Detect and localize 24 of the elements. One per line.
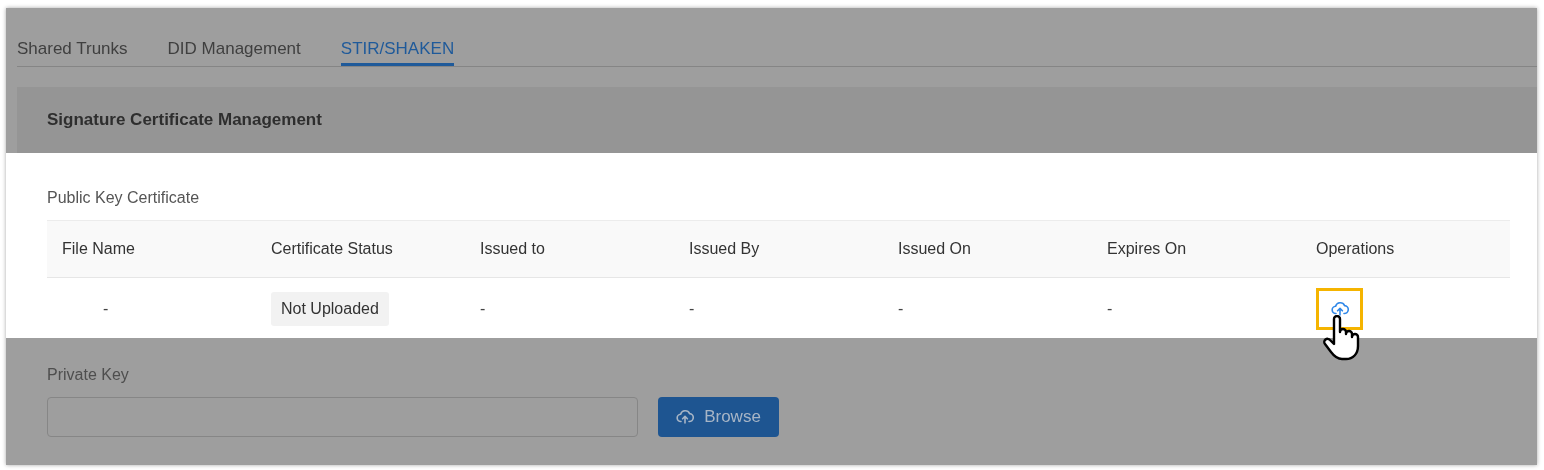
status-badge: Not Uploaded	[271, 292, 389, 326]
table-cell-text: -	[898, 299, 904, 319]
tab[interactable]: DID Management	[167, 34, 301, 66]
upload-icon	[1330, 300, 1349, 318]
tab[interactable]: Shared Trunks	[17, 34, 128, 66]
browse-button[interactable]: Browse	[658, 397, 779, 437]
column-header: Issued By	[674, 220, 883, 278]
panel-title: Signature Certificate Management	[47, 109, 322, 132]
table-cell-text: -	[480, 299, 486, 319]
column-header: Issued to	[465, 220, 674, 278]
column-header: File Name	[47, 220, 256, 278]
table-cell-text: -	[1107, 299, 1113, 319]
table-cell-text: -	[689, 299, 695, 319]
column-header: Issued On	[883, 220, 1092, 278]
table-cell-text: -	[103, 299, 109, 319]
field-label: Private Key	[47, 365, 129, 385]
section-label: Public Key Certificate	[47, 188, 200, 208]
tab[interactable]: STIR/SHAKEN	[340, 34, 455, 66]
input-field[interactable]	[47, 397, 638, 437]
upload-icon	[676, 408, 695, 426]
column-header: Operations	[1301, 220, 1510, 278]
column-header: Expires On	[1092, 220, 1301, 278]
upload-button[interactable]	[1330, 300, 1349, 318]
column-header: Certificate Status	[256, 220, 465, 278]
